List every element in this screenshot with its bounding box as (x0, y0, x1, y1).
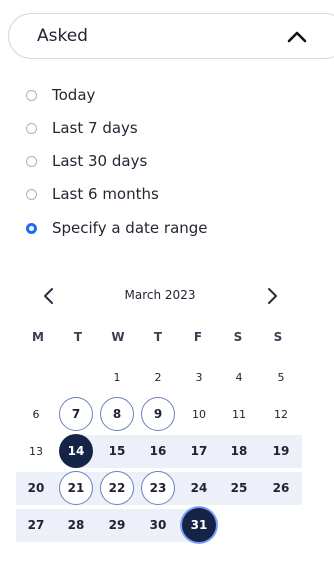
radio-last-6-months[interactable] (26, 189, 37, 200)
option-label: Last 7 days (52, 119, 138, 137)
option-label: Last 6 months (52, 185, 159, 203)
calendar-day-25[interactable]: 25 (222, 471, 256, 505)
calendar-day-6[interactable]: 6 (19, 397, 53, 431)
weekday-label: W (111, 330, 125, 344)
weekday-header: M T W T F S S (18, 330, 302, 346)
calendar-day-21[interactable]: 21 (59, 471, 93, 505)
asked-filter-dropdown[interactable]: Asked (8, 13, 334, 59)
calendar-day-15[interactable]: 15 (100, 434, 134, 468)
calendar-day-2[interactable]: 2 (141, 360, 175, 394)
calendar-day-1[interactable]: 1 (100, 360, 134, 394)
radio-last-7-days[interactable] (26, 123, 37, 134)
calendar-day-17[interactable]: 17 (182, 434, 216, 468)
dropdown-label: Asked (37, 26, 88, 46)
calendar-header: March 2023 (18, 285, 302, 309)
month-title: March 2023 (124, 288, 196, 302)
radio-last-30-days[interactable] (26, 156, 37, 167)
weekday-label: F (193, 330, 203, 344)
calendar-day-28[interactable]: 28 (59, 508, 93, 542)
calendar-day-11[interactable]: 11 (222, 397, 256, 431)
calendar-day-23[interactable]: 23 (141, 471, 175, 505)
calendar-day-27[interactable]: 27 (19, 508, 53, 542)
weekday-label: T (153, 330, 163, 344)
calendar-day-12[interactable]: 12 (264, 397, 298, 431)
calendar-day-16[interactable]: 16 (141, 434, 175, 468)
calendar-day-3[interactable]: 3 (182, 360, 216, 394)
calendar-day-26[interactable]: 26 (264, 471, 298, 505)
calendar-day-20[interactable]: 20 (19, 471, 53, 505)
weekday-label: M (32, 330, 44, 344)
calendar-day-8[interactable]: 8 (100, 397, 134, 431)
option-label: Specify a date range (52, 219, 208, 237)
calendar-day-22[interactable]: 22 (100, 471, 134, 505)
radio-today[interactable] (26, 90, 37, 101)
calendar-day-24[interactable]: 24 (182, 471, 216, 505)
calendar-day-4[interactable]: 4 (222, 360, 256, 394)
calendar-day-19[interactable]: 19 (264, 434, 298, 468)
weekday-label: S (273, 330, 283, 344)
calendar-day-14[interactable]: 14 (59, 434, 93, 468)
weekday-label: S (233, 330, 243, 344)
calendar-day-7[interactable]: 7 (59, 397, 93, 431)
calendar-day-grid: 1 2 3 4 5 6 7 8 9 10 11 12 13 14 15 16 17 18 19 20 21 22 23 24 2… (0, 0, 334, 566)
chevron-up-icon[interactable] (285, 27, 309, 47)
weekday-label: T (73, 330, 83, 344)
calendar-day-29[interactable]: 29 (100, 508, 134, 542)
calendar-day-18[interactable]: 18 (222, 434, 256, 468)
calendar-day-30[interactable]: 30 (141, 508, 175, 542)
option-label: Today (52, 86, 96, 104)
option-label: Last 30 days (52, 152, 148, 170)
radio-specify-date-range[interactable] (26, 223, 37, 234)
calendar-day-10[interactable]: 10 (182, 397, 216, 431)
calendar-day-9[interactable]: 9 (141, 397, 175, 431)
calendar-day-31[interactable]: 31 (182, 508, 216, 542)
calendar-day-5[interactable]: 5 (264, 360, 298, 394)
chevron-right-icon[interactable] (261, 285, 283, 307)
calendar-day-13[interactable]: 13 (19, 434, 53, 468)
